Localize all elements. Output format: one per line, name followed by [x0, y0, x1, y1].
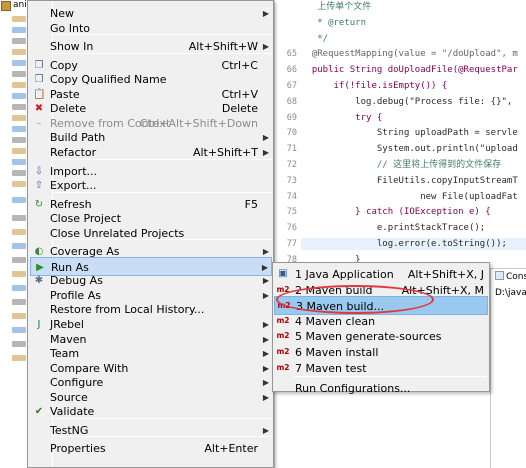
menu-separator	[54, 417, 272, 419]
maven-icon: m2	[276, 315, 290, 325]
line-number: 67	[286, 81, 297, 91]
code-line[interactable]: FileUtils.copyInputStreamT	[301, 175, 518, 187]
menu-separator	[54, 34, 272, 36]
maven-icon: m2	[276, 331, 290, 341]
tree-node[interactable]	[12, 257, 26, 263]
line-number: 75	[286, 207, 297, 218]
submenu-item-label: Run Configurations...	[295, 382, 411, 396]
tree-node[interactable]	[12, 49, 26, 55]
tree-node[interactable]	[12, 38, 26, 44]
menu-separator	[54, 239, 272, 241]
tree-node[interactable]	[12, 197, 26, 203]
console-panel: Cons D:\java\	[490, 268, 526, 468]
export-icon: ⇧	[34, 180, 44, 192]
tree-node[interactable]	[12, 327, 26, 333]
code-line[interactable]: public String doUploadFile(@RequestPar	[301, 64, 518, 76]
line-number: 76	[286, 223, 297, 234]
tree-node[interactable]	[12, 229, 26, 235]
tree-node[interactable]	[12, 137, 26, 143]
line-number: 73	[286, 175, 297, 186]
maven-icon: m2	[276, 362, 290, 372]
context-menu: New ▶ Go Into Show In Alt+Shift+W ▶ ❐ Copy Ctrl+…	[27, 0, 274, 468]
tree-node[interactable]	[12, 126, 26, 132]
tree-node[interactable]	[12, 299, 26, 305]
code-line[interactable]: */	[301, 33, 328, 45]
tree-node[interactable]	[12, 148, 26, 154]
line-number: 65	[286, 49, 297, 60]
tree-node[interactable]	[12, 355, 26, 361]
code-line[interactable]: if(!file.isEmpty()) {	[301, 80, 448, 92]
console-path: D:\java\	[495, 288, 526, 298]
submenu-item-label: 7 Maven test	[295, 361, 367, 375]
line-number: 68	[286, 96, 297, 107]
tree-node[interactable]	[12, 16, 26, 22]
tree-node[interactable]	[12, 181, 26, 187]
code-line[interactable]: log.error(e.toString());	[301, 238, 526, 250]
tree-node[interactable]	[12, 271, 26, 277]
line-number	[275, 1, 299, 13]
tree-node[interactable]	[12, 215, 26, 221]
menu-separator	[293, 376, 487, 378]
line-number: 77	[286, 239, 297, 249]
tree-node[interactable]	[12, 104, 26, 110]
submenu-item-7-maven-test[interactable]: m2 7 Maven test	[274, 359, 488, 378]
line-number: 70	[286, 128, 297, 139]
tree-node[interactable]	[12, 159, 26, 165]
submenu-item-run-configurations[interactable]: Run Configurations...	[274, 379, 488, 398]
tree-node[interactable]	[12, 93, 26, 99]
line-number: 74	[286, 191, 297, 202]
tree-node[interactable]	[12, 170, 26, 176]
project-explorer: anitest	[0, 0, 44, 468]
code-line[interactable]: String uploadPath = servle	[301, 127, 518, 139]
tree-node[interactable]	[12, 71, 26, 77]
menu-separator	[54, 191, 272, 193]
tree-node[interactable]	[12, 285, 26, 291]
tree-node[interactable]	[12, 115, 26, 121]
menu-item-properties[interactable]: Properties Alt+Enter	[30, 439, 272, 458]
code-line[interactable]: @RequestMapping(value = "/doUpload", m	[301, 48, 518, 60]
maven-icon: m2	[276, 347, 290, 356]
code-line[interactable]: e.printStackTrace();	[301, 222, 485, 234]
line-number: 71	[286, 144, 297, 155]
menu-separator	[54, 158, 272, 160]
line-number: 72	[286, 160, 297, 170]
code-line[interactable]: * @return	[301, 17, 366, 29]
menu-item-label: Properties	[50, 442, 106, 456]
code-line[interactable]: 上传单个文件	[301, 1, 371, 13]
tree-node[interactable]	[12, 60, 26, 66]
code-line[interactable]: new File(uploadFat	[301, 191, 518, 203]
line-number: 66	[286, 65, 297, 76]
tree-node[interactable]	[12, 27, 26, 33]
java-application-icon: ▣	[278, 268, 288, 279]
menu-item-shortcut: Alt+Enter	[204, 442, 258, 456]
line-number	[275, 33, 299, 45]
highlight-annotation	[276, 285, 434, 314]
code-line[interactable]: System.out.println("upload	[301, 143, 518, 155]
run-as-submenu: ▣ 1 Java Application Alt+Shift+X, Jm2 2 Mav…	[272, 262, 490, 395]
code-line[interactable]: // 这里将上传得到的文件保存	[301, 159, 501, 171]
menu-separator	[54, 436, 272, 438]
tree-node[interactable]	[12, 313, 26, 319]
tree-node[interactable]	[12, 82, 26, 88]
code-line[interactable]: try {	[301, 112, 382, 124]
line-number: 69	[286, 112, 297, 123]
tree-node[interactable]	[12, 341, 26, 347]
code-line[interactable]: } catch (IOException e) {	[301, 206, 490, 218]
console-tab[interactable]: Cons	[495, 271, 526, 282]
validate-icon: ✔	[34, 406, 44, 418]
menu-separator	[54, 52, 272, 54]
tree-node[interactable]	[12, 243, 26, 249]
code-line[interactable]: log.debug("Process file: {}",	[301, 96, 512, 108]
line-number	[275, 17, 299, 29]
